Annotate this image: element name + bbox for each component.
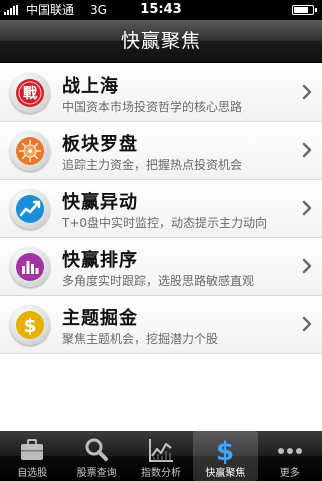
menu-item-desc: 中国资本市场投资哲学的核心思路: [62, 100, 243, 114]
menu-item-fast-ranking[interactable]: 快赢排序 多角度实时跟踪，选股思路敏感直观: [0, 238, 322, 296]
tab-label: 指数分析: [140, 468, 181, 479]
menu-item-fast-movement[interactable]: 快赢异动 T+0盘中实时监控，动态提示主力动向: [0, 180, 322, 238]
menu-item-sector-compass[interactable]: 板块罗盘 追踪主力资金，把握热点投资机会: [0, 122, 322, 180]
dollar-icon: $: [216, 437, 234, 464]
menu-list: 戰 战上海 中国资本市场投资哲学的核心思路 板块罗盘 追踪主力资金，把握热点投资…: [0, 64, 322, 354]
chevron-right-icon: [302, 200, 312, 216]
tab-label: 自选股: [17, 468, 48, 479]
tab-label: 股票查询: [76, 468, 117, 479]
menu-item-desc: 聚焦主题机会，挖掘潜力个股: [62, 332, 219, 346]
tab-label: 快赢聚焦: [205, 468, 246, 479]
svg-text:$: $: [23, 315, 36, 337]
page-title: 快赢聚焦: [0, 20, 322, 63]
battle-icon: 戰: [10, 73, 50, 113]
menu-item-desc: T+0盘中实时监控，动态提示主力动向: [62, 216, 268, 230]
menu-item-title: 快赢异动: [62, 192, 138, 213]
tab-stock-search[interactable]: 股票查询: [64, 431, 128, 481]
chevron-right-icon: [302, 142, 312, 158]
chevron-right-icon: [302, 84, 312, 100]
menu-item-battle-shanghai[interactable]: 戰 战上海 中国资本市场投资哲学的核心思路: [0, 64, 322, 122]
battery-icon: [292, 5, 317, 15]
tab-bar: 自选股 股票查询 指数分析 $ 快赢聚焦 更多: [0, 431, 322, 481]
menu-item-title: 主题掘金: [62, 308, 138, 329]
svg-text:$: $: [216, 437, 234, 464]
menu-item-theme-gold[interactable]: $ 主题掘金 聚焦主题机会，挖掘潜力个股: [0, 296, 322, 354]
svg-text:戰: 戰: [23, 85, 37, 102]
status-time: 15:43: [140, 2, 182, 17]
tab-fast-focus[interactable]: $ 快赢聚焦: [193, 431, 258, 481]
menu-item-title: 战上海: [62, 76, 119, 97]
menu-item-title: 快赢排序: [62, 250, 138, 271]
menu-item-title: 板块罗盘: [62, 134, 138, 155]
dollar-icon: $: [10, 305, 50, 345]
chevron-right-icon: [302, 258, 312, 274]
compass-icon: [10, 131, 50, 171]
status-bar: 中国联通 3G 15:43: [0, 0, 322, 20]
more-icon: [277, 448, 302, 454]
chevron-right-icon: [302, 316, 312, 332]
tab-label: 更多: [279, 468, 300, 479]
tab-more[interactable]: 更多: [258, 431, 322, 481]
trend-chart-icon: [10, 189, 50, 229]
line-chart-icon: [148, 439, 173, 462]
tab-watchlist[interactable]: 自选股: [0, 431, 64, 481]
search-icon: [85, 438, 109, 461]
briefcase-icon: [21, 439, 43, 460]
tab-index-analysis[interactable]: 指数分析: [129, 431, 193, 481]
bar-chart-icon: [10, 247, 50, 287]
menu-item-desc: 多角度实时跟踪，选股思路敏感直观: [62, 274, 255, 288]
menu-item-desc: 追踪主力资金，把握热点投资机会: [62, 158, 243, 172]
